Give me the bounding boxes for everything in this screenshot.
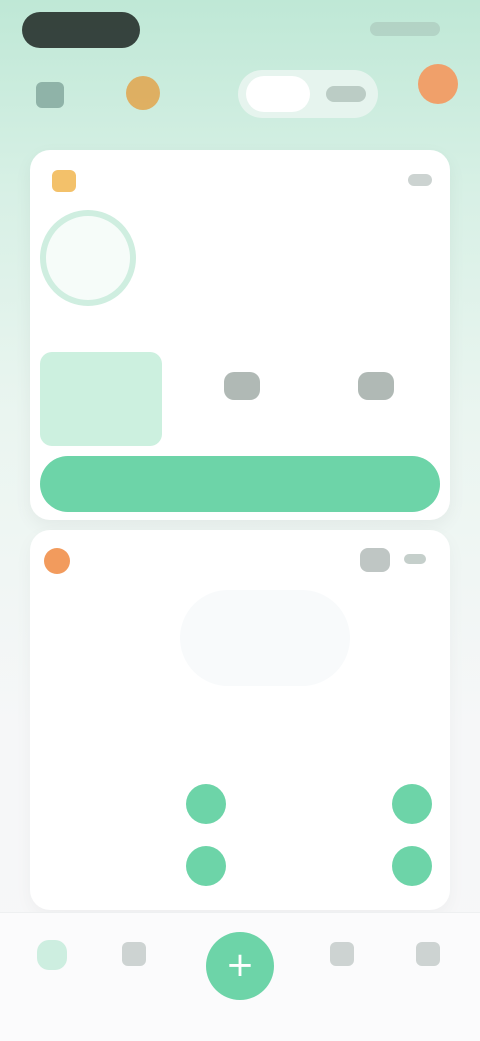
primary-action-button[interactable] xyxy=(40,456,440,512)
tab-profile[interactable] xyxy=(398,934,458,994)
tab-chart[interactable] xyxy=(312,934,372,994)
option-icon xyxy=(358,372,394,400)
dynamic-island xyxy=(22,12,140,48)
status-bar xyxy=(0,0,480,62)
row-action-button[interactable] xyxy=(392,846,432,886)
score-gauge xyxy=(180,590,350,686)
chevron-right-icon[interactable] xyxy=(404,554,426,564)
score-card xyxy=(30,530,450,910)
option-tile-1[interactable] xyxy=(182,366,302,438)
row-action-button[interactable] xyxy=(186,846,226,886)
status-icons xyxy=(370,22,440,36)
home-icon xyxy=(37,940,67,970)
chart-icon xyxy=(330,942,354,966)
progress-ring xyxy=(40,210,136,306)
profile-icon xyxy=(416,942,440,966)
list-icon xyxy=(122,942,146,966)
tab-home[interactable] xyxy=(22,934,82,994)
user-avatar[interactable] xyxy=(418,64,458,104)
row-action-button[interactable] xyxy=(392,784,432,824)
segment-left[interactable] xyxy=(246,76,310,112)
sun-icon xyxy=(52,170,76,192)
bell-icon[interactable] xyxy=(126,76,160,110)
tab-list[interactable] xyxy=(104,934,164,994)
more-icon[interactable] xyxy=(408,174,432,186)
option-tile-2[interactable] xyxy=(316,366,436,438)
flame-icon xyxy=(44,548,70,574)
segment-right[interactable] xyxy=(326,86,366,102)
app: + xyxy=(0,0,480,1041)
option-icon xyxy=(224,372,260,400)
feature-tile[interactable] xyxy=(40,352,162,446)
add-button[interactable]: + xyxy=(206,932,274,1000)
filter-icon[interactable] xyxy=(360,548,390,572)
row-action-button[interactable] xyxy=(186,784,226,824)
grid-icon[interactable] xyxy=(36,82,64,108)
